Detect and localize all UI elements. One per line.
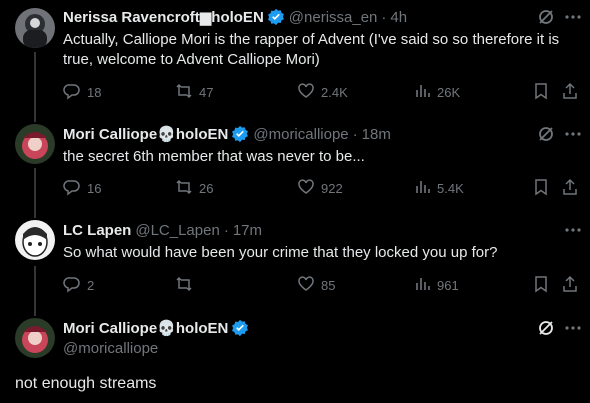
like-count: 85	[321, 277, 336, 293]
repost-button[interactable]: 26	[175, 178, 213, 198]
like-button[interactable]: 2.4K	[297, 82, 348, 102]
separator-dot: ·	[352, 125, 358, 143]
name-badge: ▆	[199, 9, 212, 26]
repost-count: 26	[199, 180, 214, 196]
name-badge: 💀	[157, 126, 176, 143]
views-count: 961	[437, 277, 459, 293]
avatar[interactable]	[15, 124, 55, 164]
views-button[interactable]: 26K	[413, 82, 460, 102]
more-options-icon[interactable]	[564, 8, 582, 26]
display-name-suffix[interactable]: holoEN	[211, 9, 264, 26]
repost-icon	[175, 82, 193, 103]
reply-count: 2	[87, 277, 95, 293]
handle[interactable]: @moricalliope	[253, 126, 348, 143]
display-name[interactable]: Nerissa Ravencroft	[63, 9, 200, 26]
repost-button[interactable]: 47	[175, 82, 213, 102]
verified-badge-icon	[231, 319, 249, 337]
heart-icon	[297, 82, 315, 103]
share-icon[interactable]	[561, 82, 579, 100]
more-options-icon[interactable]	[564, 221, 582, 239]
display-name-suffix[interactable]: holoEN	[176, 320, 229, 337]
action-bar: 18 47 2.4K 26K	[63, 82, 583, 102]
views-icon	[413, 178, 431, 199]
like-button[interactable]: 922	[297, 178, 343, 198]
heart-icon	[297, 178, 315, 199]
repost-icon	[175, 178, 193, 199]
verified-badge-icon	[231, 125, 249, 143]
grok-icon[interactable]	[537, 319, 555, 337]
bookmark-icon[interactable]	[532, 275, 550, 293]
repost-button[interactable]	[175, 275, 199, 295]
repost-icon	[175, 275, 193, 296]
display-name[interactable]: Mori Calliope	[63, 126, 157, 143]
action-bar: 2 85 961	[63, 275, 583, 295]
grok-icon[interactable]	[537, 8, 555, 26]
more-options-icon[interactable]	[564, 319, 582, 337]
views-icon	[413, 275, 431, 296]
share-icon[interactable]	[561, 275, 579, 293]
timestamp[interactable]: 17m	[233, 222, 262, 239]
like-count: 2.4K	[321, 84, 348, 100]
more-options-icon[interactable]	[564, 125, 582, 143]
repost-count: 47	[199, 84, 214, 100]
timestamp[interactable]: 18m	[362, 126, 391, 143]
separator-dot: ·	[223, 221, 229, 239]
tweet-text: not enough streams	[15, 375, 157, 392]
reply-icon	[63, 178, 81, 199]
tweet-text: Actually, Calliope Mori is the rapper of…	[63, 31, 560, 68]
verified-badge-icon	[267, 8, 285, 26]
handle[interactable]: @LC_Lapen	[135, 222, 219, 239]
action-bar: 16 26 922 5.4K	[63, 178, 583, 198]
bookmark-icon[interactable]	[532, 178, 550, 196]
views-icon	[413, 82, 431, 103]
avatar[interactable]	[15, 8, 55, 48]
tweet[interactable]: Nerissa Ravencroft ▆ holoEN @nerissa_en · …	[0, 0, 590, 110]
views-count: 26K	[437, 84, 461, 100]
reply-button[interactable]: 2	[63, 275, 94, 295]
like-count: 922	[321, 180, 343, 196]
like-button[interactable]: 85	[297, 275, 335, 295]
reply-icon	[63, 275, 81, 296]
tweet-text: So what would have been your crime that …	[63, 244, 498, 261]
handle[interactable]: @nerissa_en	[289, 9, 378, 26]
display-name[interactable]: Mori Calliope	[63, 320, 157, 337]
name-badge: 💀	[157, 320, 176, 337]
avatar[interactable]	[15, 318, 55, 358]
tweet-text: the secret 6th member that was never to …	[63, 148, 365, 165]
avatar[interactable]	[15, 220, 55, 260]
tweet[interactable]: LC Lapen @LC_Lapen · 17m So what would h…	[0, 214, 590, 304]
timestamp[interactable]: 4h	[390, 9, 407, 26]
reply-icon	[63, 82, 81, 103]
display-name[interactable]: LC Lapen	[63, 222, 131, 239]
bookmark-icon[interactable]	[532, 82, 550, 100]
display-name-suffix[interactable]: holoEN	[176, 126, 229, 143]
separator-dot: ·	[381, 8, 387, 26]
handle[interactable]: @moricalliope	[63, 340, 158, 357]
tweet-focused[interactable]: Mori Calliope 💀 holoEN @moricalliope not e…	[0, 312, 590, 403]
grok-icon[interactable]	[537, 125, 555, 143]
reply-button[interactable]: 18	[63, 82, 101, 102]
views-count: 5.4K	[437, 180, 464, 196]
reply-button[interactable]: 16	[63, 178, 101, 198]
reply-count: 16	[87, 180, 102, 196]
tweet[interactable]: Mori Calliope 💀 holoEN @moricalliope · 18m…	[0, 118, 590, 206]
views-button[interactable]: 961	[413, 275, 459, 295]
heart-icon	[297, 275, 315, 296]
reply-count: 18	[87, 84, 102, 100]
share-icon[interactable]	[561, 178, 579, 196]
views-button[interactable]: 5.4K	[413, 178, 464, 198]
